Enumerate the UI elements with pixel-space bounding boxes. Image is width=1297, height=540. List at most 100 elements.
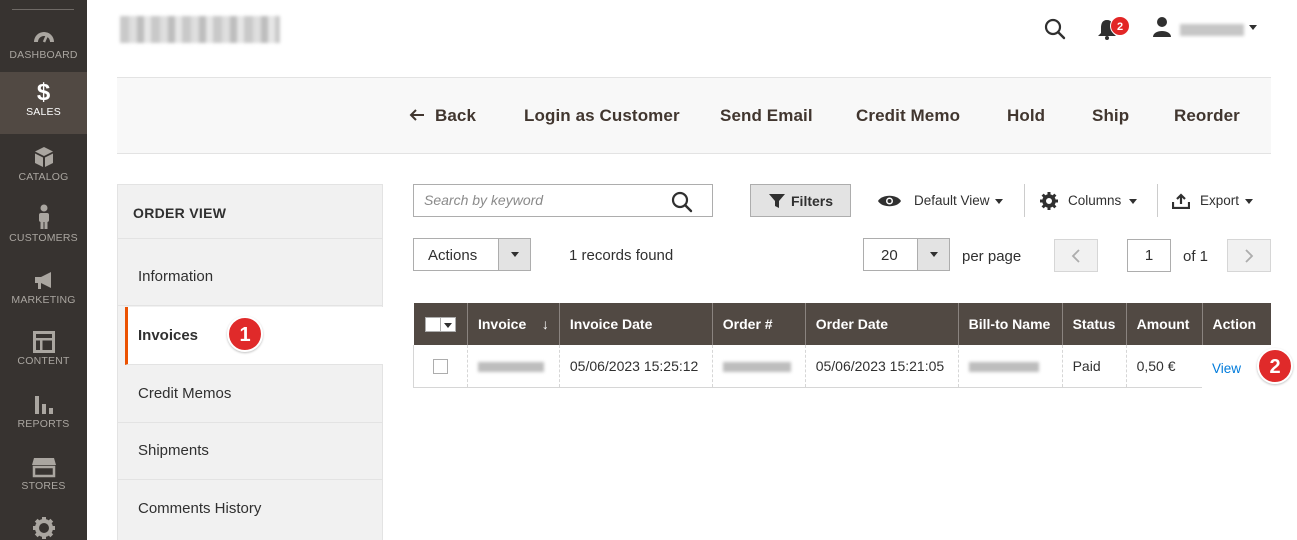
page-title-redacted: [120, 16, 280, 43]
nav-item-dashboard[interactable]: DASHBOARD: [0, 18, 87, 80]
person-icon: [38, 204, 49, 229]
row-checkbox[interactable]: [432, 359, 448, 375]
bill-to-name-redacted: [968, 362, 1039, 373]
back-button[interactable]: Back: [409, 106, 476, 126]
chevron-down-icon: [1245, 199, 1253, 204]
mass-actions-select[interactable]: Actions: [413, 238, 531, 271]
nav-item-system[interactable]: [0, 506, 87, 540]
invoice-date-cell: 05/06/2023 15:25:12: [558, 345, 713, 388]
credit-memo-button[interactable]: Credit Memo: [856, 106, 960, 126]
dashboard-icon: [33, 32, 54, 43]
toolbar-divider: [1157, 184, 1158, 217]
page-size-select[interactable]: 20: [863, 238, 950, 271]
gear-icon: [1040, 192, 1058, 210]
column-header-order-number[interactable]: Order #: [711, 303, 806, 345]
column-header-invoice-date[interactable]: Invoice Date: [558, 303, 713, 345]
nav-item-label: MARKETING: [11, 294, 76, 306]
records-found: 1 records found: [569, 247, 674, 264]
tab-label: Credit Memos: [138, 385, 232, 402]
dollar-icon: $: [36, 79, 51, 106]
user-menu-caret-icon[interactable]: [1249, 25, 1257, 30]
column-header-amount[interactable]: Amount: [1125, 303, 1203, 345]
nav-item-marketing[interactable]: MARKETING: [0, 258, 87, 320]
nav-item-catalog[interactable]: CATALOG: [0, 134, 87, 196]
step-marker-1: 1: [227, 316, 263, 352]
columns-label: Columns: [1068, 193, 1122, 208]
row-select-cell: [413, 345, 468, 388]
nav-item-label: STORES: [21, 480, 66, 492]
chevron-down-icon: [511, 252, 519, 257]
column-header-bill-to-name[interactable]: Bill-to Name: [957, 303, 1063, 345]
column-header-action: Action: [1201, 303, 1271, 345]
layout-icon: [32, 331, 55, 353]
page-size-value: 20: [881, 247, 898, 264]
search-icon[interactable]: [671, 191, 693, 213]
sort-arrow-icon: ↓: [541, 316, 549, 332]
previous-page-button[interactable]: [1054, 239, 1098, 272]
nav-item-sales[interactable]: $ SALES: [0, 72, 87, 134]
bill-to-name-cell: [957, 345, 1063, 388]
nav-item-label: CONTENT: [17, 355, 70, 367]
nav-item-reports[interactable]: REPORTS: [0, 382, 87, 444]
notification-count-badge[interactable]: 2: [1110, 16, 1130, 36]
nav-item-content[interactable]: CONTENT: [0, 320, 87, 382]
search-icon[interactable]: [1043, 17, 1067, 41]
filters-button-label: Filters: [791, 193, 834, 209]
user-icon[interactable]: [1152, 16, 1172, 38]
send-email-button[interactable]: Send Email: [720, 106, 813, 126]
nav-item-label: REPORTS: [17, 418, 70, 430]
invoices-grid: Invoice ↓ Invoice Date Order # Order Date…: [413, 303, 1271, 388]
tab-label: Comments History: [138, 500, 262, 517]
next-page-button[interactable]: [1227, 239, 1271, 272]
mass-select-dropdown[interactable]: [440, 317, 456, 333]
tab-label: Information: [138, 268, 214, 285]
page-count: of 1: [1183, 248, 1209, 265]
column-header-invoice[interactable]: Invoice ↓: [466, 303, 560, 345]
ship-button[interactable]: Ship: [1092, 106, 1129, 126]
default-view-dropdown[interactable]: Default View: [877, 184, 1007, 217]
table-row[interactable]: 05/06/2023 15:25:12 05/06/2023 15:21:05 …: [413, 345, 1271, 388]
export-dropdown[interactable]: Export: [1172, 184, 1262, 217]
columns-dropdown[interactable]: Columns: [1040, 184, 1140, 217]
grid-header-row: Invoice ↓ Invoice Date Order # Order Date…: [413, 303, 1271, 345]
reorder-button[interactable]: Reorder: [1174, 106, 1240, 126]
gear-icon: [32, 517, 55, 539]
sidebar-divider: [12, 9, 74, 10]
nav-item-stores[interactable]: STORES: [0, 444, 87, 506]
nav-item-label: CATALOG: [18, 171, 69, 183]
keyword-search: [413, 184, 713, 217]
tab-credit-memos[interactable]: Credit Memos: [118, 365, 383, 423]
mass-select-checkbox[interactable]: [424, 317, 456, 333]
filters-button[interactable]: Filters: [750, 184, 851, 217]
tab-label: Invoices: [138, 327, 199, 344]
megaphone-icon: [34, 272, 51, 289]
status-cell: Paid: [1061, 345, 1127, 388]
checkbox[interactable]: [424, 317, 441, 333]
search-input[interactable]: [424, 192, 664, 208]
view-invoice-link[interactable]: View: [1212, 361, 1241, 376]
tab-shipments[interactable]: Shipments: [118, 422, 383, 480]
column-header-order-date[interactable]: Order Date: [804, 303, 959, 345]
order-view-tabs: ORDER VIEW Information Invoices Credit M…: [117, 184, 383, 540]
step-marker-2: 2: [1257, 348, 1293, 384]
username-redacted[interactable]: [1180, 24, 1244, 36]
column-header-status[interactable]: Status: [1061, 303, 1127, 345]
page-number-input[interactable]: 1: [1127, 239, 1171, 272]
nav-item-label: SALES: [26, 106, 61, 118]
per-page-label: per page: [962, 248, 1022, 265]
hold-button[interactable]: Hold: [1007, 106, 1045, 126]
tab-information[interactable]: Information: [118, 248, 383, 306]
chevron-left-icon: [1071, 249, 1080, 263]
tab-comments-history[interactable]: Comments History: [118, 480, 383, 538]
column-header-label: Invoice: [477, 316, 527, 332]
nav-item-customers[interactable]: CUSTOMERS: [0, 196, 87, 258]
login-as-customer-button[interactable]: Login as Customer: [524, 106, 680, 126]
order-date-cell: 05/06/2023 15:21:05: [804, 345, 959, 388]
select-arrow: [917, 239, 949, 270]
export-label: Export: [1200, 193, 1240, 208]
chevron-down-icon: [443, 323, 452, 329]
back-button-label: Back: [435, 106, 477, 125]
chevron-down-icon: [995, 199, 1003, 204]
select-all-header[interactable]: [413, 303, 468, 345]
storefront-icon: [31, 458, 56, 478]
